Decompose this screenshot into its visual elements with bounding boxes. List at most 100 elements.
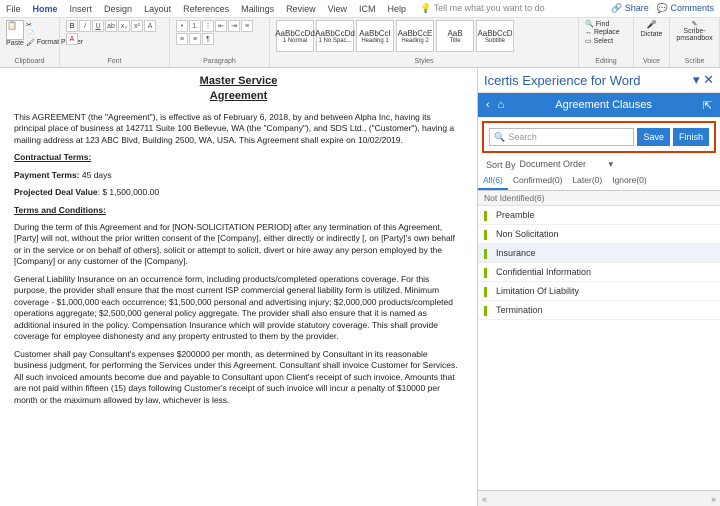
scribe-button[interactable]: ✎Scribe-pmsandbox [676,20,713,42]
expand-icon[interactable]: ⇱ [699,99,716,112]
search-action-row: 🔍 Search Save Finish [482,121,716,153]
filter-tabs: All(6)Confirmed(0)Later(0)Ignore(0) [478,172,720,191]
underline-button[interactable]: U [92,20,104,32]
save-button[interactable]: Save [637,128,670,146]
font-label: Font [66,58,163,65]
style-1-normal[interactable]: AaBbCcDd1 Normal [276,20,314,52]
icertis-panel: Icertis Experience for Word ▾ ✕ ‹ ⌂ Agre… [477,68,720,506]
panel-title: Icertis Experience for Word ▾ ✕ [478,68,720,93]
doc-paragraph: Customer shall pay Consultant's expenses… [14,349,463,406]
tab-help[interactable]: Help [382,1,413,17]
dictate-button[interactable]: 🎤Dictate [640,20,663,38]
paragraph-label: Paragraph [176,58,263,65]
strike-button[interactable]: ab [105,20,117,32]
payment-terms-line: Payment Terms: 45 days [14,170,463,181]
align-right-button[interactable]: ≡ [189,33,201,45]
font-color-button[interactable]: A [66,33,78,45]
bold-button[interactable]: B [66,20,78,32]
ribbon-editing: 🔍 Find ↔ Replace ▭ Select Editing [579,18,634,67]
scribe-label: Scribe [676,58,713,65]
clause-item[interactable]: Preamble [478,206,720,225]
clause-item[interactable]: Limitation Of Liability [478,282,720,301]
doc-title: Master Service [14,74,463,89]
indent-inc-button[interactable]: ⇥ [228,20,240,32]
italic-button[interactable]: I [79,20,91,32]
replace-button[interactable]: ↔ Replace [585,29,627,36]
align-center-button[interactable]: ≡ [176,33,188,45]
panel-header-title: Agreement Clauses [508,99,698,111]
tab-home[interactable]: Home [27,1,64,17]
tab-layout[interactable]: Layout [138,1,177,17]
numbering-button[interactable]: 1. [189,20,201,32]
ribbon-paragraph: • 1. ⋮ ⇤ ⇥ ≡ ≡ ≡ ¶ Paragraph [170,18,270,67]
doc-paragraph: During the term of this Agreement and fo… [14,222,463,268]
comments-button[interactable]: 💬 Comments [657,3,714,14]
ribbon-styles: AaBbCcDd1 NormalAaBbCcDd1 No Spac...AaBb… [270,18,579,67]
align-left-button[interactable]: ≡ [241,20,253,32]
style-1-no-spac-[interactable]: AaBbCcDd1 No Spac... [316,20,354,52]
workspace: Master Service Agreement This AGREEMENT … [0,68,720,506]
ribbon-voice: 🎤Dictate Voice [634,18,670,67]
ribbon-scribe: ✎Scribe-pmsandbox Scribe [670,18,720,67]
sort-label: Sort By [486,160,516,170]
tab-insert[interactable]: Insert [64,1,99,17]
subscript-button[interactable]: x₂ [118,20,130,32]
document-body[interactable]: Master Service Agreement This AGREEMENT … [0,68,477,506]
section-terms-conditions: Terms and Conditions: [14,205,463,216]
projected-deal-value-line: Projected Deal Value: $ 1,500,000.00 [14,187,463,198]
highlight-button[interactable]: A [144,20,156,32]
bullets-button[interactable]: • [176,20,188,32]
tab-design[interactable]: Design [98,1,138,17]
share-button[interactable]: 🔗 Share [611,3,649,14]
tab-icm[interactable]: ICM [353,1,382,17]
ribbon-tabs: File Home Insert Design Layout Reference… [0,1,412,17]
panel-menu-icon[interactable]: ▾ [693,72,700,88]
indent-dec-button[interactable]: ⇤ [215,20,227,32]
select-button[interactable]: ▭ Select [585,37,627,45]
style-subtitle[interactable]: AaBbCcDSubtitle [476,20,514,52]
back-icon[interactable]: ‹ [482,99,494,111]
multilevel-button[interactable]: ⋮ [202,20,214,32]
find-button[interactable]: 🔍 Find [585,20,627,28]
tab-file[interactable]: File [0,1,27,17]
clause-item[interactable]: Insurance [478,244,720,263]
style-heading-1[interactable]: AaBbCcIHeading 1 [356,20,394,52]
filter-tab[interactable]: Confirmed(0) [508,172,568,190]
voice-label: Voice [640,58,663,65]
sort-dropdown[interactable]: Document Order ▾ [520,159,712,170]
tab-view[interactable]: View [322,1,353,17]
clause-item[interactable]: Termination [478,301,720,320]
style-title[interactable]: AaBTitle [436,20,474,52]
finish-button[interactable]: Finish [673,128,709,146]
tab-references[interactable]: References [177,1,235,17]
not-identified-header[interactable]: Not Identified(6) [478,191,720,206]
clause-item[interactable]: Confidential Information [478,263,720,282]
filter-tab[interactable]: All(6) [478,172,508,190]
filter-tab[interactable]: Ignore(0) [607,172,652,190]
style-heading-2[interactable]: AaBbCcEHeading 2 [396,20,434,52]
clause-list: PreambleNon SolicitationInsuranceConfide… [478,206,720,490]
panel-footer: « » [478,490,720,506]
show-marks-button[interactable]: ¶ [202,33,214,45]
clipboard-label: Clipboard [6,58,53,65]
share-row: 🔗 Share 💬 Comments [611,3,720,14]
filter-tab[interactable]: Later(0) [567,172,607,190]
sort-row: Sort By Document Order ▾ [478,157,720,172]
tab-review[interactable]: Review [280,1,322,17]
tell-me-search[interactable]: 💡 Tell me what you want to do [412,3,611,14]
tab-mailings[interactable]: Mailings [235,1,280,17]
home-icon[interactable]: ⌂ [494,99,509,111]
panel-header: ‹ ⌂ Agreement Clauses ⇱ [478,93,720,117]
clause-item[interactable]: Non Solicitation [478,225,720,244]
search-icon: 🔍 [494,132,505,143]
footer-next-icon[interactable]: » [711,494,716,504]
doc-subtitle: Agreement [14,89,463,104]
footer-prev-icon[interactable]: « [482,494,487,504]
superscript-button[interactable]: x² [131,20,143,32]
editing-label: Editing [585,58,627,65]
panel-close-icon[interactable]: ✕ [703,72,714,88]
doc-paragraph: This AGREEMENT (the "Agreement"), is eff… [14,112,463,146]
doc-paragraph: General Liability Insurance on an occurr… [14,274,463,343]
search-input[interactable]: 🔍 Search [489,128,634,146]
paste-button[interactable]: 📋 Paste [6,20,24,47]
